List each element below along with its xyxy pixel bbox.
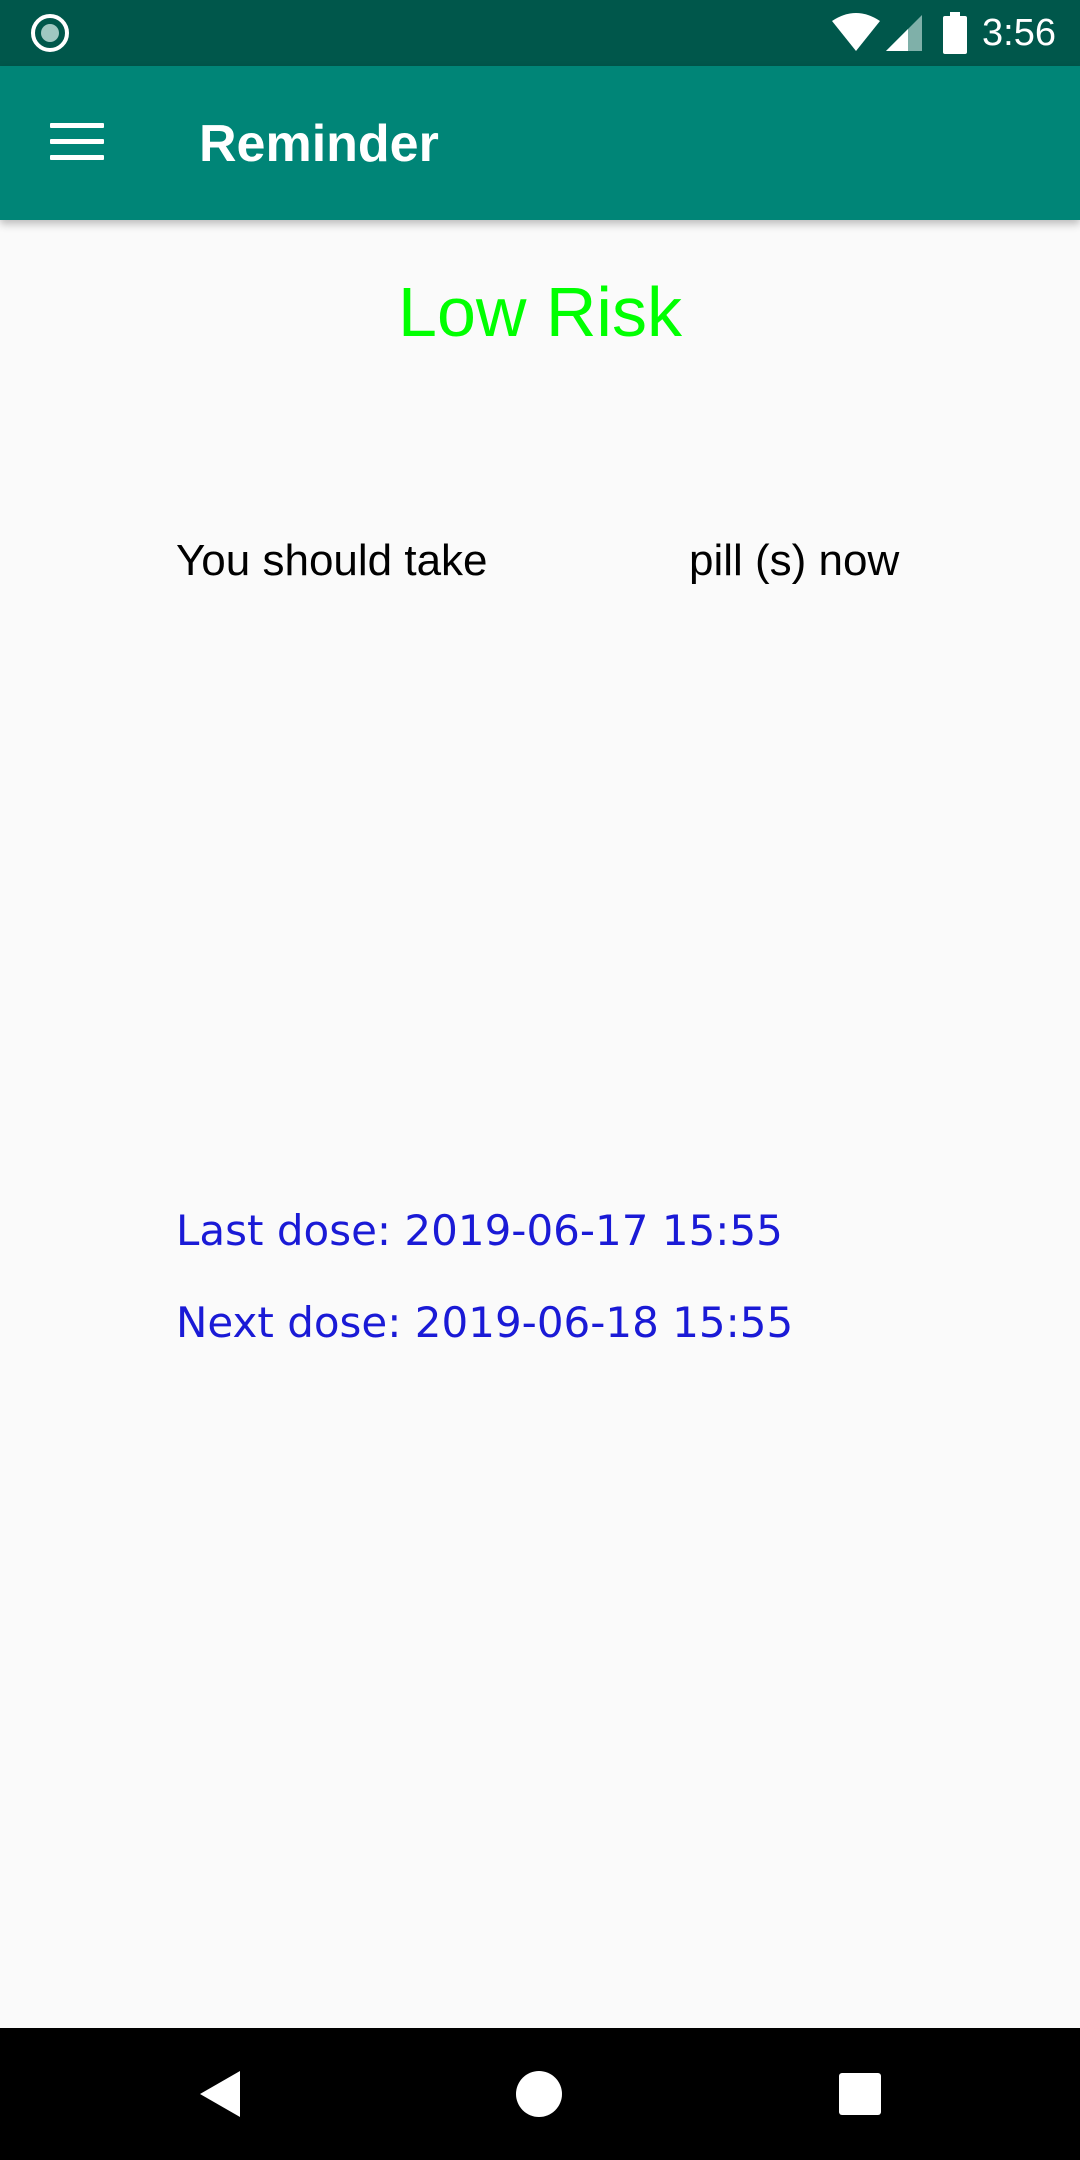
take-pill-suffix: pill (s) now: [689, 536, 900, 585]
hamburger-menu-icon[interactable]: [50, 123, 104, 163]
home-button[interactable]: [479, 2028, 599, 2160]
battery-icon: [943, 12, 968, 54]
back-icon: [200, 2071, 240, 2117]
status-bar: 3:56: [0, 0, 1080, 66]
recents-icon: [839, 2073, 881, 2115]
status-time: 3:56: [982, 11, 1056, 54]
risk-label: Low Risk: [398, 273, 682, 351]
app-bar: Reminder: [0, 66, 1080, 220]
record-indicator-icon: [31, 14, 69, 52]
home-icon: [516, 2071, 562, 2117]
last-dose-text: Last dose: 2019-06-17 15:55: [176, 1206, 783, 1255]
app-title: Reminder: [199, 115, 439, 173]
take-pill-prefix: You should take: [176, 536, 488, 585]
status-icons: 3:56: [830, 0, 1056, 66]
recents-button[interactable]: [800, 2028, 920, 2160]
next-dose-text: Next dose: 2019-06-18 15:55: [176, 1298, 794, 1347]
wifi-icon: [832, 13, 881, 51]
back-button[interactable]: [160, 2028, 280, 2160]
navigation-bar: [0, 2028, 1080, 2160]
cell-signal-icon: [886, 15, 923, 51]
